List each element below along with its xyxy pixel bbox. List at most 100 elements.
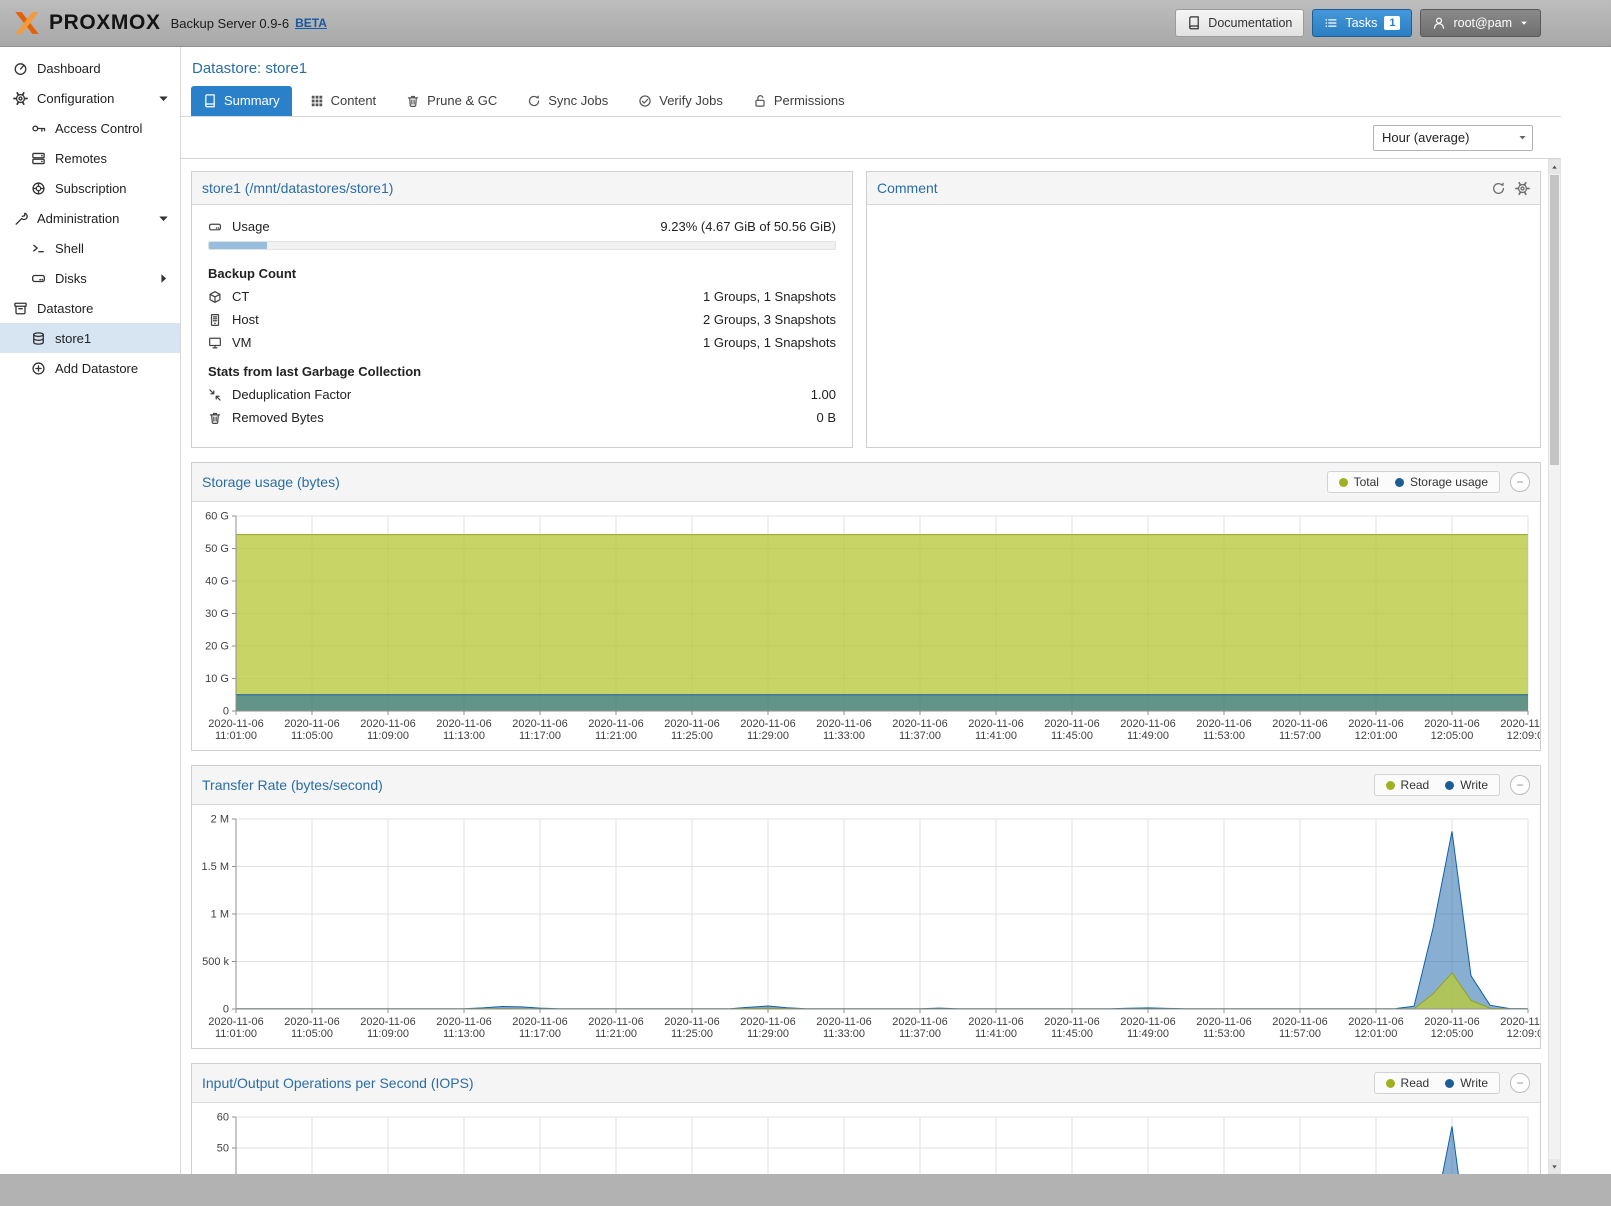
svg-text:2020-11-06: 2020-11-06: [968, 718, 1023, 730]
svg-text:40 G: 40 G: [205, 576, 229, 588]
legend-label: Read: [1401, 778, 1430, 792]
key-icon: [31, 121, 46, 136]
book-icon: [1187, 16, 1201, 30]
sidebar-item-datastore[interactable]: Datastore: [0, 293, 180, 323]
svg-text:2020-11-06: 2020-11-06: [1196, 718, 1251, 730]
grid-icon: [310, 94, 324, 108]
expand-down-icon[interactable]: [156, 91, 171, 106]
sidebar-item-label: Dashboard: [37, 61, 101, 76]
svg-text:10 G: 10 G: [205, 673, 229, 685]
book-icon: [203, 94, 217, 108]
documentation-button[interactable]: Documentation: [1175, 9, 1304, 37]
legend-item-read[interactable]: Read: [1386, 778, 1430, 792]
vertical-scrollbar[interactable]: [1548, 159, 1561, 1174]
row-label: Deduplication Factor: [232, 387, 351, 402]
tab-content[interactable]: Content: [298, 86, 389, 116]
svg-text:2020-11-06: 2020-11-06: [1348, 1016, 1403, 1028]
tab-label: Verify Jobs: [659, 93, 723, 108]
scrollbar-thumb[interactable]: [1550, 175, 1559, 465]
sidebar-item-disks[interactable]: Disks: [0, 263, 180, 293]
expand-down-icon[interactable]: [156, 211, 171, 226]
sidebar-item-remotes[interactable]: Remotes: [0, 143, 180, 173]
sidebar-item-subscription[interactable]: Subscription: [0, 173, 180, 203]
collapse-chart-button[interactable]: −: [1510, 472, 1530, 492]
svg-text:11:25:00: 11:25:00: [671, 730, 713, 742]
svg-text:11:09:00: 11:09:00: [367, 730, 409, 742]
svg-text:11:41:00: 11:41:00: [975, 1028, 1017, 1040]
timeframe-select[interactable]: Hour (average): [1373, 125, 1533, 151]
sidebar-item-shell[interactable]: Shell: [0, 233, 180, 263]
panel-title: Comment: [877, 180, 938, 196]
legend-item-total[interactable]: Total: [1339, 475, 1379, 489]
sync-icon: [527, 94, 541, 108]
legend-item-storage-usage[interactable]: Storage usage: [1395, 475, 1488, 489]
storage-usage-chart: 010 G20 G30 G40 G50 G60 G2020-11-0611:01…: [192, 508, 1540, 748]
svg-text:2020-11-06: 2020-11-06: [1120, 1016, 1175, 1028]
sidebar-item-store1[interactable]: store1: [0, 323, 180, 353]
scroll-up-button[interactable]: [1549, 160, 1560, 174]
backup-count-row-vm: VM 1 Groups, 1 Snapshots: [208, 331, 836, 354]
sidebar-item-add-datastore[interactable]: Add Datastore: [0, 353, 180, 383]
tab-verify-jobs[interactable]: Verify Jobs: [626, 86, 735, 116]
storage-usage-chart-panel: Storage usage (bytes) Total Storage usag…: [191, 462, 1541, 751]
legend-dot: [1445, 781, 1454, 790]
svg-text:2020-11-06: 2020-11-06: [1120, 718, 1175, 730]
row-label: Removed Bytes: [232, 410, 324, 425]
archive-icon: [13, 301, 28, 316]
brand-name: PROXMOX: [49, 11, 161, 35]
svg-text:2020-11-06: 2020-11-06: [968, 1016, 1023, 1028]
collapse-chart-button[interactable]: −: [1510, 775, 1530, 795]
svg-text:11:45:00: 11:45:00: [1051, 1028, 1093, 1040]
svg-text:11:13:00: 11:13:00: [443, 730, 485, 742]
proxmox-x-icon: [12, 8, 42, 38]
gear-icon[interactable]: [1515, 181, 1530, 196]
svg-text:11:21:00: 11:21:00: [595, 730, 637, 742]
sidebar-item-label: store1: [55, 331, 91, 346]
plus-circle-icon: [31, 361, 46, 376]
svg-text:11:05:00: 11:05:00: [291, 730, 333, 742]
svg-text:11:41:00: 11:41:00: [975, 730, 1017, 742]
iops-chart-panel: Input/Output Operations per Second (IOPS…: [191, 1063, 1541, 1174]
gc-stats-heading: Stats from last Garbage Collection: [208, 354, 836, 383]
legend-item-write[interactable]: Write: [1445, 778, 1488, 792]
sidebar-item-access-control[interactable]: Access Control: [0, 113, 180, 143]
collapse-chart-button[interactable]: −: [1510, 1073, 1530, 1093]
sidebar-item-configuration[interactable]: Configuration: [0, 83, 180, 113]
tab-summary[interactable]: Summary: [191, 86, 292, 116]
expand-right-icon[interactable]: [156, 271, 171, 286]
legend-item-write[interactable]: Write: [1445, 1076, 1488, 1090]
sidebar-item-label: Disks: [55, 271, 87, 286]
comment-body[interactable]: [867, 205, 1540, 447]
chart-legend: Total Storage usage: [1327, 471, 1500, 493]
legend-item-read[interactable]: Read: [1386, 1076, 1430, 1090]
sidebar-item-label: Datastore: [37, 301, 93, 316]
tab-prune-gc[interactable]: Prune & GC: [394, 86, 509, 116]
svg-text:2020-11-06: 2020-11-06: [588, 1016, 643, 1028]
tab-permissions[interactable]: Permissions: [741, 86, 857, 116]
legend-label: Total: [1354, 475, 1379, 489]
svg-text:11:53:00: 11:53:00: [1203, 1028, 1245, 1040]
svg-text:2020-11-06: 2020-11-06: [208, 1016, 263, 1028]
reload-icon[interactable]: [1491, 181, 1506, 196]
tab-sync-jobs[interactable]: Sync Jobs: [515, 86, 620, 116]
sidebar-item-administration[interactable]: Administration: [0, 203, 180, 233]
transfer-rate-chart: 0500 k1 M1.5 M2 M2020-11-0611:01:002020-…: [192, 811, 1540, 1046]
chart-legend: Read Write: [1374, 774, 1500, 796]
legend-label: Storage usage: [1410, 475, 1488, 489]
chevron-down-icon[interactable]: [1512, 132, 1532, 143]
cube-icon: [208, 290, 222, 304]
gc-row-removed: Removed Bytes 0 B: [208, 406, 836, 429]
sidebar-item-label: Configuration: [37, 91, 114, 106]
row-label: Host: [232, 312, 259, 327]
sidebar-item-label: Shell: [55, 241, 84, 256]
scroll-down-button[interactable]: [1549, 1159, 1560, 1173]
check-circle-icon: [638, 94, 652, 108]
svg-text:2020-11-06: 2020-11-06: [816, 1016, 871, 1028]
sidebar-item-dashboard[interactable]: Dashboard: [0, 53, 180, 83]
tasks-button[interactable]: Tasks 1: [1312, 9, 1412, 37]
user-menu-button[interactable]: root@pam: [1420, 9, 1541, 37]
sidebar-item-label: Subscription: [55, 181, 127, 196]
tab-label: Sync Jobs: [548, 93, 608, 108]
database-icon: [31, 331, 46, 346]
beta-link[interactable]: BETA: [295, 16, 327, 30]
